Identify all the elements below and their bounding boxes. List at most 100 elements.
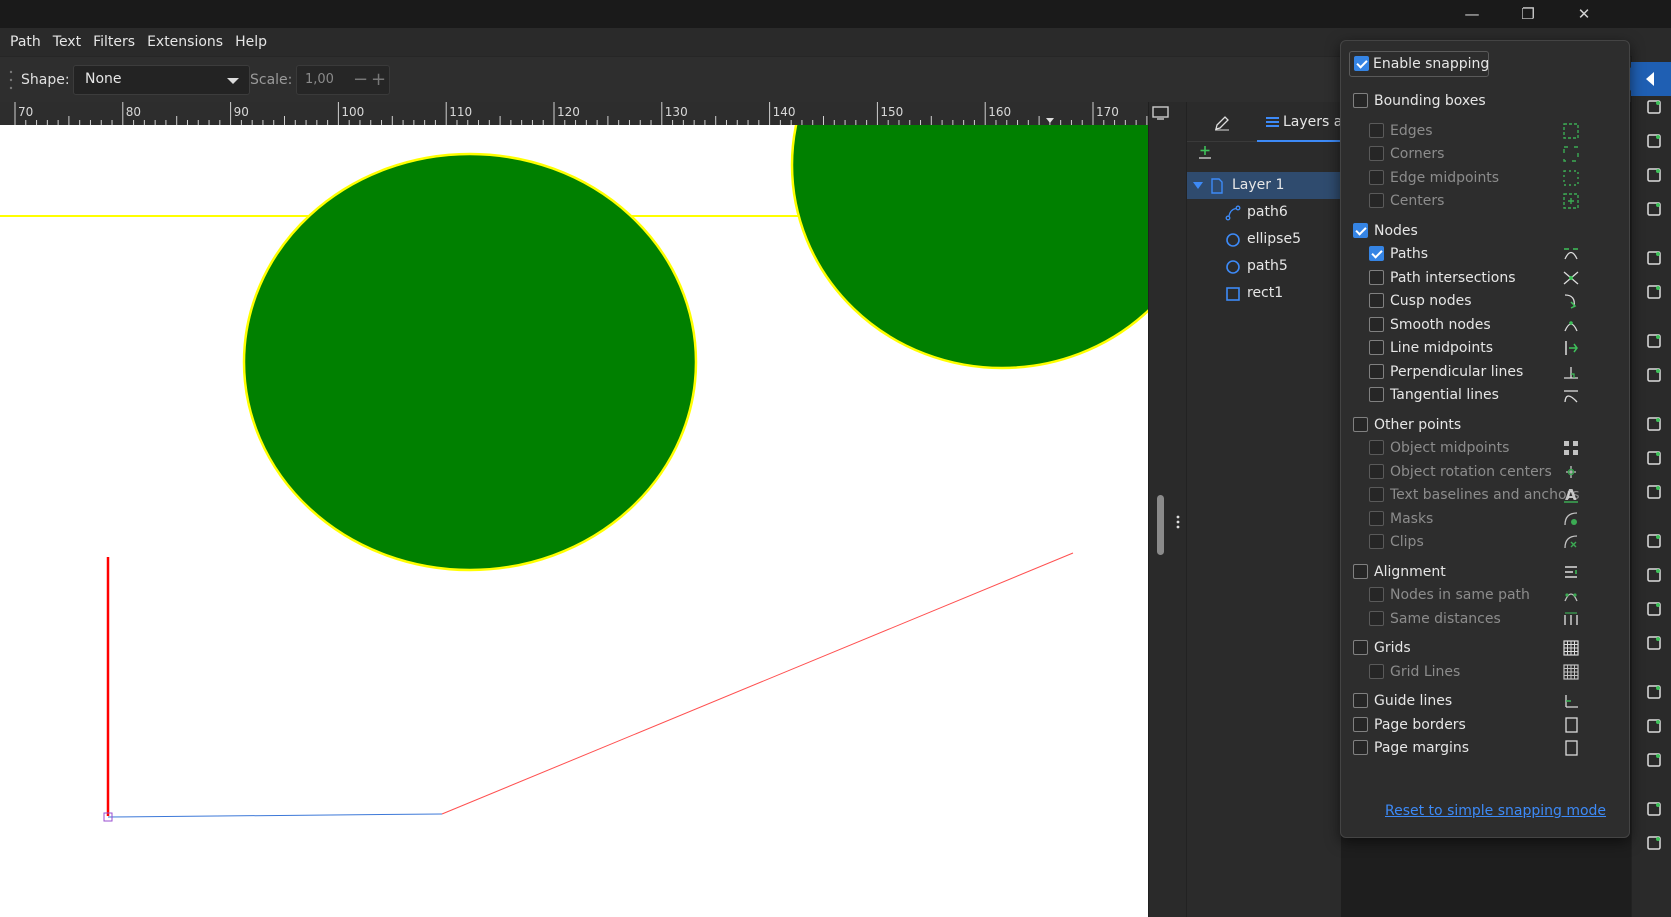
red-path-segment[interactable] (441, 552, 1074, 815)
open-file-icon[interactable] (1645, 132, 1663, 150)
checkbox[interactable] (1353, 416, 1368, 432)
checkbox[interactable] (1369, 363, 1384, 379)
checkbox[interactable] (1369, 340, 1384, 355)
checkbox[interactable] (1353, 222, 1368, 238)
snap-option-perpendicular-lines[interactable]: Perpendicular lines (1369, 360, 1616, 384)
snap-option-cusp-nodes[interactable]: Cusp nodes (1369, 289, 1616, 313)
checkbox[interactable] (1369, 193, 1384, 208)
path5[interactable] (790, 125, 1148, 370)
unlink-clone-icon[interactable] (1645, 751, 1663, 769)
snap-option-other-points[interactable]: Other points (1353, 413, 1616, 437)
snap-option-page-margins[interactable]: Page margins (1353, 736, 1616, 760)
checkbox[interactable] (1369, 316, 1384, 332)
checkbox[interactable] (1353, 93, 1368, 108)
drawing-canvas[interactable] (0, 125, 1148, 917)
snap-option-object-rotation-centers[interactable]: Object rotation centers (1369, 460, 1616, 484)
zoom-drawing-icon[interactable] (1645, 566, 1663, 584)
save-icon[interactable] (1645, 166, 1663, 184)
snap-option-centers[interactable]: Centers (1369, 189, 1616, 213)
snap-option-alignment[interactable]: Alignment (1353, 560, 1616, 584)
shape-dropdown[interactable]: None (73, 65, 250, 95)
checkbox[interactable] (1369, 387, 1384, 402)
checkbox[interactable] (1369, 663, 1384, 679)
layer-row-layer1[interactable]: Layer 1 (1187, 172, 1342, 199)
checkbox[interactable] (1369, 269, 1384, 285)
layer-row-path6[interactable]: path6 (1187, 199, 1342, 226)
checkbox[interactable] (1353, 716, 1368, 732)
snap-option-guide-lines[interactable]: Guide lines (1353, 689, 1616, 713)
copy-icon[interactable] (1645, 415, 1663, 433)
tab-layers-and-objects[interactable]: Layers a (1257, 102, 1342, 142)
checkbox[interactable] (1369, 169, 1384, 185)
scale-increment-button[interactable]: + (371, 69, 386, 90)
export-icon[interactable] (1645, 283, 1663, 301)
new-document-icon[interactable] (1645, 98, 1663, 116)
checkbox[interactable] (1353, 563, 1368, 579)
snap-option-smooth-nodes[interactable]: Smooth nodes (1369, 313, 1616, 337)
import-icon[interactable] (1645, 249, 1663, 267)
checkbox[interactable] (1369, 610, 1384, 626)
ungroup-icon[interactable] (1645, 834, 1663, 852)
horizontal-ruler[interactable]: 70 80 90 100 110 120 130 140 150 160 170 (0, 102, 1148, 125)
menu-filters[interactable]: Filters (87, 28, 141, 56)
snap-option-tangential-lines[interactable]: Tangential lines (1369, 383, 1616, 407)
checkbox[interactable] (1369, 463, 1384, 479)
snap-option-nodes[interactable]: Nodes (1353, 219, 1616, 243)
group-icon[interactable] (1645, 800, 1663, 818)
clone-icon[interactable] (1645, 717, 1663, 735)
menu-extensions[interactable]: Extensions (141, 28, 229, 56)
duplicate-icon[interactable] (1645, 683, 1663, 701)
snap-option-masks[interactable]: Masks (1369, 507, 1616, 531)
snap-option-line-midpoints[interactable]: Line midpoints (1369, 336, 1616, 360)
menu-help[interactable]: Help (229, 28, 273, 56)
checkbox[interactable] (1369, 293, 1384, 308)
display-mode-icon[interactable] (1150, 104, 1172, 122)
snap-option-grids[interactable]: Grids (1353, 636, 1616, 660)
undo-icon[interactable] (1645, 332, 1663, 350)
enable-snapping-checkbox[interactable] (1354, 56, 1369, 71)
snap-option-corners[interactable]: Corners (1369, 142, 1616, 166)
checkbox[interactable] (1369, 534, 1384, 549)
checkbox[interactable] (1369, 146, 1384, 161)
snap-option-page-borders[interactable]: Page borders (1353, 713, 1616, 737)
tab-xml-editor[interactable] (1187, 102, 1257, 142)
checkbox[interactable] (1353, 693, 1368, 708)
checkbox[interactable] (1369, 487, 1384, 502)
scale-spinbox[interactable]: 1,00 − + (296, 65, 390, 95)
cut-icon[interactable] (1645, 449, 1663, 467)
snap-option-grid-lines[interactable]: Grid Lines (1369, 660, 1616, 684)
paste-icon[interactable] (1645, 483, 1663, 501)
reset-simple-snapping-link[interactable]: Reset to simple snapping mode (1385, 803, 1606, 819)
layer-row-ellipse5[interactable]: ellipse5 (1187, 226, 1342, 253)
checkbox[interactable] (1353, 740, 1368, 755)
redo-icon[interactable] (1645, 366, 1663, 384)
enable-snapping-toggle[interactable]: Enable snapping (1349, 51, 1489, 77)
scale-decrement-button[interactable]: − (353, 69, 368, 90)
snap-option-object-midpoints[interactable]: Object midpoints (1369, 436, 1616, 460)
zoom-page-icon[interactable] (1645, 600, 1663, 618)
blue-path-segment[interactable] (107, 813, 443, 818)
checkbox[interactable] (1369, 122, 1384, 138)
snap-option-text-baselines-and-anchors[interactable]: Text baselines and anchors A (1369, 483, 1616, 507)
checkbox[interactable] (1353, 640, 1368, 655)
ellipse5[interactable] (242, 152, 698, 572)
close-button[interactable]: ✕ (1558, 0, 1610, 28)
panel-grip-icon[interactable] (1175, 514, 1181, 530)
print-icon[interactable] (1645, 200, 1663, 218)
vertical-scrollbar-thumb[interactable] (1157, 495, 1164, 555)
snap-option-path-intersections[interactable]: Path intersections (1369, 266, 1616, 290)
snap-option-clips[interactable]: Clips (1369, 530, 1616, 554)
checkbox[interactable] (1369, 587, 1384, 602)
restore-button[interactable]: ❐ (1502, 0, 1554, 28)
minimize-button[interactable]: — (1446, 0, 1498, 28)
snap-popover-toggle[interactable] (1631, 62, 1671, 96)
expand-triangle-icon[interactable] (1193, 182, 1203, 189)
checkbox[interactable] (1369, 440, 1384, 455)
snap-option-nodes-in-same-path[interactable]: Nodes in same path (1369, 583, 1616, 607)
checkbox[interactable] (1369, 510, 1384, 526)
menu-path[interactable]: Path (4, 28, 47, 56)
snap-option-paths[interactable]: Paths (1369, 242, 1616, 266)
layer-row-rect1[interactable]: rect1 (1187, 280, 1342, 307)
checkbox[interactable] (1369, 246, 1384, 261)
snap-option-edges[interactable]: Edges (1369, 119, 1616, 143)
